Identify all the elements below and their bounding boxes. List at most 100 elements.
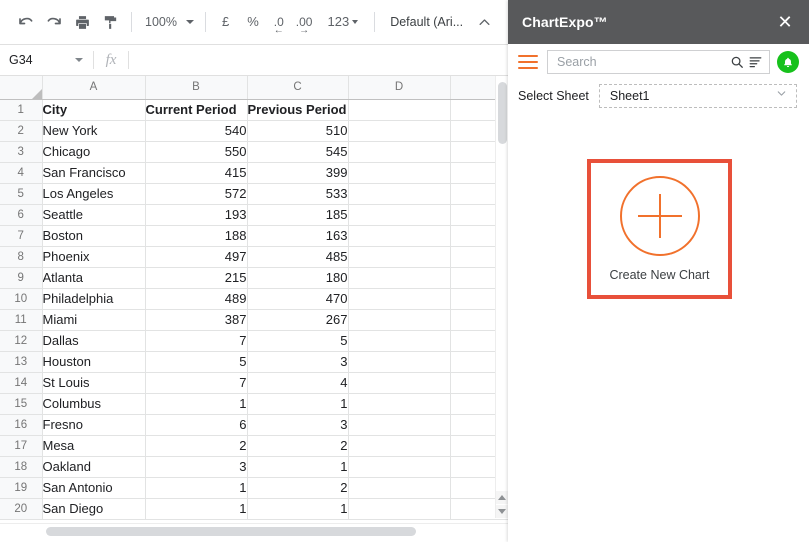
- grid-cell[interactable]: 188: [145, 225, 248, 247]
- scroll-up-button[interactable]: [496, 491, 508, 504]
- increase-decimal-button[interactable]: .00 →: [290, 8, 319, 36]
- grid-cell[interactable]: 1: [145, 393, 248, 415]
- grid-cell[interactable]: Miami: [42, 309, 146, 331]
- grid-cell[interactable]: [348, 414, 451, 436]
- grid-cell[interactable]: 1: [145, 477, 248, 499]
- grid-cell[interactable]: 7: [145, 372, 248, 394]
- row-header[interactable]: 3: [0, 141, 43, 163]
- grid-cell[interactable]: [348, 393, 451, 415]
- grid-cell[interactable]: 2: [247, 435, 349, 457]
- grid-cell[interactable]: [348, 372, 451, 394]
- grid-cell[interactable]: Previous Period: [247, 99, 349, 121]
- grid-cell[interactable]: 470: [247, 288, 349, 310]
- grid-cell[interactable]: Seattle: [42, 204, 146, 226]
- column-header-c[interactable]: C: [247, 76, 349, 100]
- grid-cell[interactable]: 193: [145, 204, 248, 226]
- grid-cell[interactable]: 180: [247, 267, 349, 289]
- grid-cell[interactable]: San Francisco: [42, 162, 146, 184]
- grid-cell[interactable]: 5: [145, 351, 248, 373]
- number-format-selector[interactable]: 123: [318, 8, 367, 36]
- grid-cell[interactable]: Boston: [42, 225, 146, 247]
- grid-cell[interactable]: 415: [145, 162, 248, 184]
- grid-cell[interactable]: 545: [247, 141, 349, 163]
- zoom-selector[interactable]: 100%: [139, 9, 198, 35]
- grid-cell[interactable]: [348, 120, 451, 142]
- grid-cell[interactable]: [348, 225, 451, 247]
- grid-cell[interactable]: 7: [145, 330, 248, 352]
- grid-cell[interactable]: Atlanta: [42, 267, 146, 289]
- row-header[interactable]: 9: [0, 267, 43, 289]
- grid-cell[interactable]: [348, 435, 451, 457]
- percent-format-button[interactable]: %: [238, 8, 268, 36]
- row-header[interactable]: 5: [0, 183, 43, 205]
- row-header[interactable]: 20: [0, 498, 43, 520]
- grid-cell[interactable]: 550: [145, 141, 248, 163]
- vertical-scrollbar[interactable]: [495, 76, 508, 518]
- row-header[interactable]: 13: [0, 351, 43, 373]
- paint-format-icon[interactable]: [96, 8, 124, 36]
- row-header[interactable]: 18: [0, 456, 43, 478]
- grid-cell[interactable]: Chicago: [42, 141, 146, 163]
- grid-cell[interactable]: 533: [247, 183, 349, 205]
- grid-cell[interactable]: 215: [145, 267, 248, 289]
- grid-cell[interactable]: 399: [247, 162, 349, 184]
- close-icon[interactable]: ✕: [775, 12, 795, 32]
- grid-cell[interactable]: 3: [247, 414, 349, 436]
- column-header-b[interactable]: B: [145, 76, 248, 100]
- font-selector[interactable]: Default (Ari...: [382, 8, 471, 36]
- grid-cell[interactable]: Mesa: [42, 435, 146, 457]
- grid-cell[interactable]: 6: [145, 414, 248, 436]
- grid-cell[interactable]: San Diego: [42, 498, 146, 520]
- sort-filter-icon[interactable]: [746, 53, 764, 71]
- horizontal-scrollbar-thumb[interactable]: [46, 527, 416, 536]
- grid-cell[interactable]: [348, 351, 451, 373]
- row-header[interactable]: 12: [0, 330, 43, 352]
- undo-icon[interactable]: [12, 8, 40, 36]
- grid-cell[interactable]: San Antonio: [42, 477, 146, 499]
- grid-cell[interactable]: 540: [145, 120, 248, 142]
- currency-format-button[interactable]: £: [213, 8, 238, 36]
- sheet-dropdown[interactable]: Sheet1: [598, 84, 797, 108]
- grid-cell[interactable]: [348, 288, 451, 310]
- vertical-scrollbar-thumb[interactable]: [498, 82, 507, 144]
- row-header[interactable]: 7: [0, 225, 43, 247]
- hamburger-menu-icon[interactable]: [518, 55, 538, 69]
- grid-cell[interactable]: [348, 204, 451, 226]
- function-icon[interactable]: fx: [94, 52, 128, 69]
- row-header[interactable]: 14: [0, 372, 43, 394]
- grid-cell[interactable]: [348, 162, 451, 184]
- grid-cell[interactable]: Oakland: [42, 456, 146, 478]
- grid-cell[interactable]: 510: [247, 120, 349, 142]
- row-header[interactable]: 8: [0, 246, 43, 268]
- row-header[interactable]: 17: [0, 435, 43, 457]
- grid-cell[interactable]: 185: [247, 204, 349, 226]
- grid-cell[interactable]: 1: [247, 393, 349, 415]
- grid-cell[interactable]: Fresno: [42, 414, 146, 436]
- decrease-decimal-button[interactable]: .0 ←: [268, 8, 290, 36]
- grid-cell[interactable]: 572: [145, 183, 248, 205]
- redo-icon[interactable]: [40, 8, 68, 36]
- row-header[interactable]: 2: [0, 120, 43, 142]
- grid-cell[interactable]: [348, 498, 451, 520]
- grid-cell[interactable]: New York: [42, 120, 146, 142]
- toolbar-collapse-button[interactable]: [471, 9, 497, 35]
- notification-bell-icon[interactable]: [777, 51, 799, 73]
- grid-cell[interactable]: Phoenix: [42, 246, 146, 268]
- grid-cell[interactable]: [348, 330, 451, 352]
- grid-cell[interactable]: [348, 267, 451, 289]
- grid-cell[interactable]: 1: [247, 456, 349, 478]
- grid-cell[interactable]: [348, 183, 451, 205]
- grid-cell[interactable]: Dallas: [42, 330, 146, 352]
- grid-cell[interactable]: Los Angeles: [42, 183, 146, 205]
- grid-cell[interactable]: [348, 141, 451, 163]
- grid-cell[interactable]: [348, 477, 451, 499]
- row-header[interactable]: 10: [0, 288, 43, 310]
- grid-cell[interactable]: [348, 246, 451, 268]
- row-header[interactable]: 19: [0, 477, 43, 499]
- grid-cell[interactable]: St Louis: [42, 372, 146, 394]
- grid-cell[interactable]: 2: [247, 477, 349, 499]
- select-all-corner[interactable]: [0, 76, 43, 100]
- grid-cell[interactable]: Philadelphia: [42, 288, 146, 310]
- grid-cell[interactable]: 489: [145, 288, 248, 310]
- grid-cell[interactable]: 3: [145, 456, 248, 478]
